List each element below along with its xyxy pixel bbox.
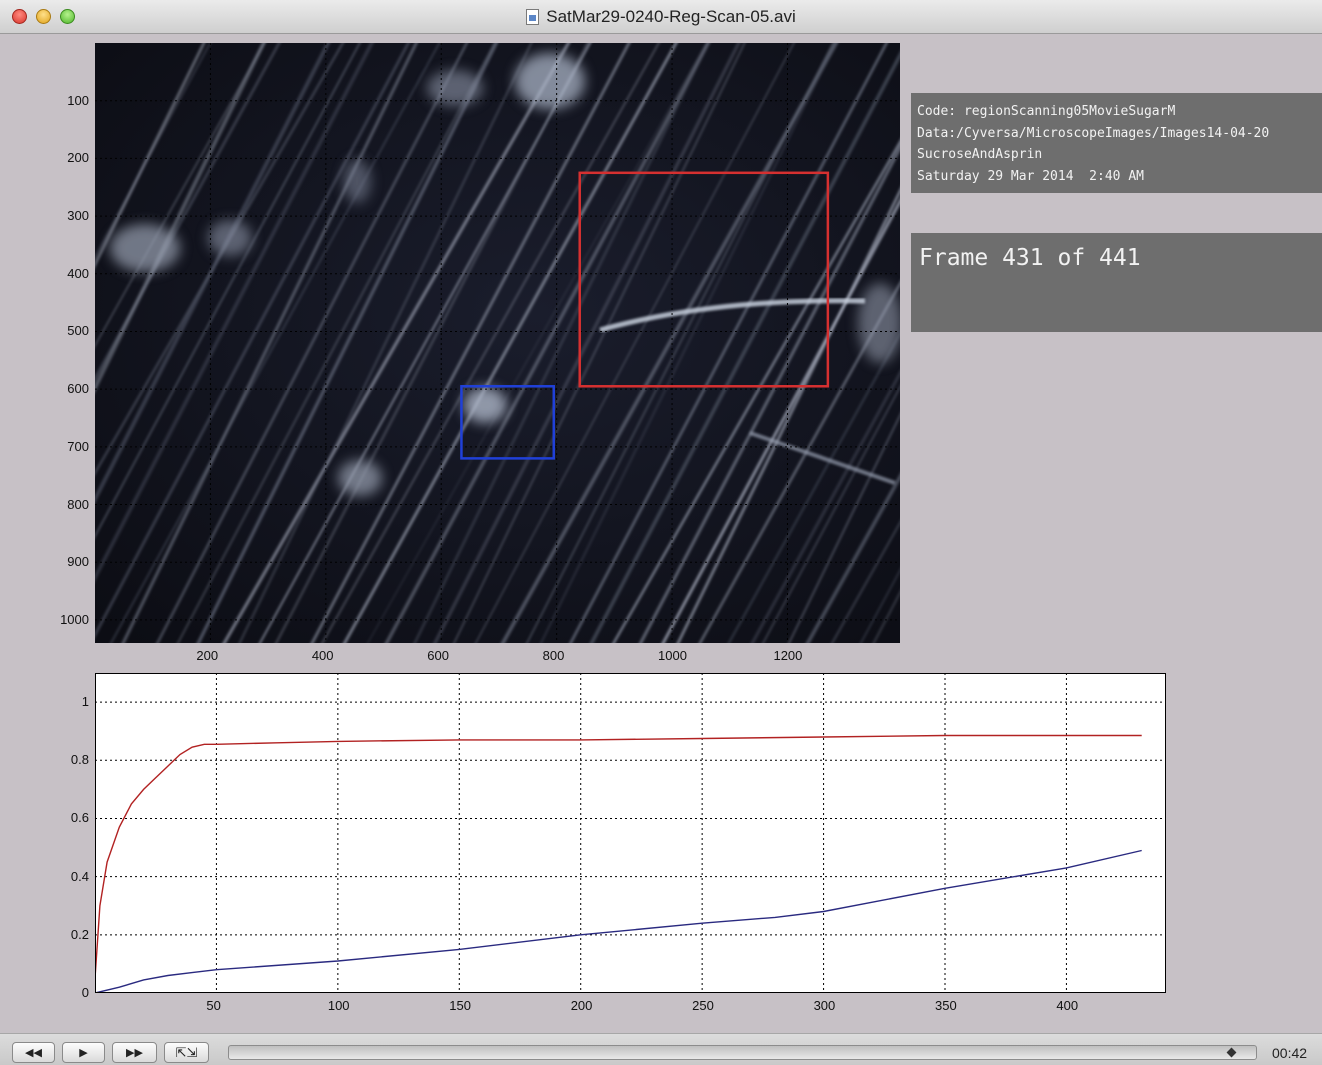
image-y-tick-label: 600 (67, 381, 89, 397)
chart-y-tick-label: 0.2 (70, 926, 89, 942)
chart-x-tick-label: 250 (692, 998, 714, 1013)
image-y-tick-label: 900 (67, 554, 89, 570)
chart-x-tick-label: 300 (813, 998, 836, 1013)
image-panel (95, 43, 900, 643)
window-title: SatMar29-0240-Reg-Scan-05.avi (546, 7, 796, 26)
image-x-tick-label: 400 (311, 648, 334, 663)
chart-x-tick-label: 400 (1056, 998, 1079, 1013)
line-chart-plot (95, 673, 1166, 993)
chart-series-line-1 (95, 734, 1142, 979)
chart-y-tick-label: 0 (81, 985, 89, 1000)
image-x-tick-label: 1000 (658, 648, 687, 663)
playback-controls: ◀◀ ▶ ▶▶ ⇱⇲ 00:42 (0, 1033, 1322, 1065)
code-line: Code: regionScanning05MovieSugarM (917, 104, 1176, 119)
frame-counter: Frame 431 of 441 (919, 245, 1141, 271)
image-x-tick-label: 800 (542, 648, 565, 663)
image-y-tick-label: 200 (67, 150, 89, 166)
chart-series-line-2 (95, 849, 1142, 993)
timestamp-line: Saturday 29 Mar 2014 2:40 AM (917, 168, 1144, 184)
line-chart (95, 673, 1166, 993)
play-button[interactable]: ▶ (62, 1042, 105, 1063)
chart-y-tick-label: 0.8 (70, 752, 89, 768)
title-bar: SatMar29-0240-Reg-Scan-05.avi (0, 0, 1322, 34)
chart-x-tick-label: 150 (449, 998, 471, 1013)
image-y-tick-label: 500 (67, 323, 89, 339)
image-y-tick-label: 100 (67, 92, 89, 108)
image-x-tick-label: 200 (196, 648, 219, 663)
fast-forward-icon: ▶▶ (126, 1047, 143, 1059)
frame-counter-panel: Frame 431 of 441 (911, 233, 1322, 332)
timeline-scrubber[interactable] (228, 1045, 1257, 1060)
chart-y-tick-label: 0.6 (70, 810, 89, 826)
image-x-tick-label: 1200 (773, 648, 803, 663)
play-icon: ▶ (79, 1047, 88, 1059)
playhead-handle[interactable] (1226, 1047, 1237, 1058)
data-path-line: Data:/Cyversa/MicroscopeImages/Images14-… (917, 125, 1270, 141)
rewind-icon: ◀◀ (25, 1047, 42, 1059)
fast-forward-button[interactable]: ▶▶ (112, 1042, 157, 1063)
fullscreen-button[interactable]: ⇱⇲ (164, 1042, 209, 1063)
microscope-image (95, 43, 900, 643)
movie-file-icon (526, 9, 540, 25)
chart-x-tick-label: 350 (935, 998, 957, 1013)
chart-x-tick-label: 50 (206, 998, 221, 1013)
window-title-group: SatMar29-0240-Reg-Scan-05.avi (0, 0, 1322, 34)
image-x-tick-label: 600 (427, 648, 449, 663)
chart-y-tick-label: 1 (81, 694, 89, 710)
chart-x-tick-label: 200 (570, 998, 593, 1013)
image-y-tick-label: 700 (67, 438, 89, 454)
image-y-tick-label: 300 (67, 208, 89, 224)
elapsed-time: 00:42 (1272, 1045, 1308, 1061)
image-y-tick-label: 1000 (60, 611, 89, 627)
rewind-button[interactable]: ◀◀ (12, 1042, 55, 1063)
image-y-tick-label: 400 (67, 265, 89, 281)
image-y-tick-label: 800 (67, 496, 89, 512)
chart-x-tick-label: 100 (327, 998, 350, 1013)
metadata-panel: Code: regionScanning05MovieSugarM Data:/… (911, 93, 1322, 193)
sample-name-line: SucroseAndAsprin (917, 147, 1043, 162)
resize-icon: ⇱⇲ (175, 1044, 198, 1060)
chart-y-tick-label: 0.4 (70, 868, 89, 884)
